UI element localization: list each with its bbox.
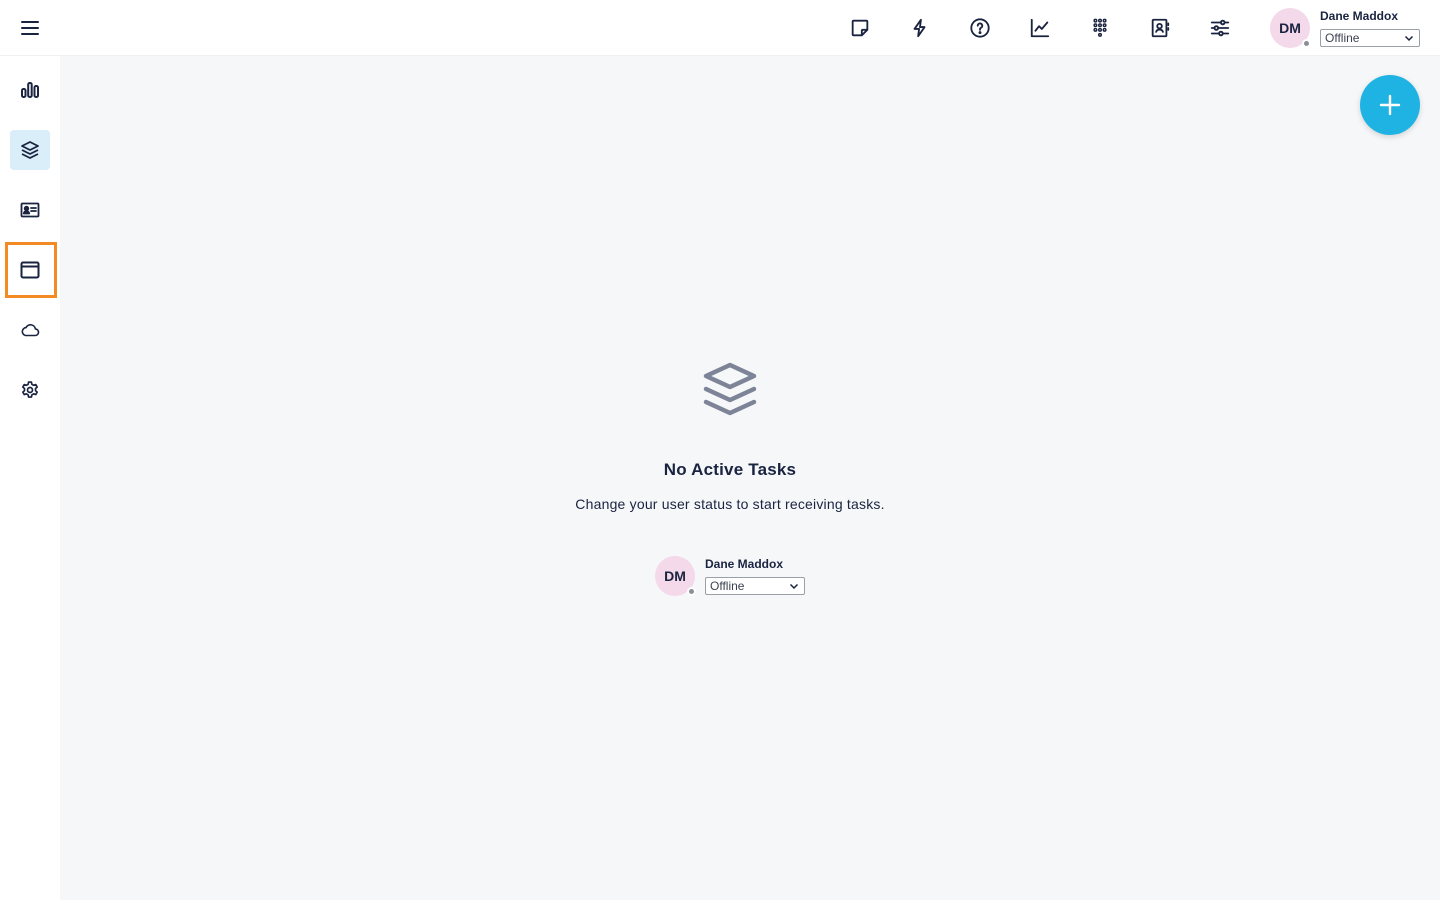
analytics-icon: [1030, 18, 1050, 38]
status-avatar-dot: [687, 587, 696, 596]
help-icon: [970, 18, 990, 38]
status-dot: [1302, 39, 1311, 48]
status-avatar[interactable]: DM: [655, 556, 696, 596]
hamburger-icon: [21, 21, 39, 35]
menu-button[interactable]: [10, 8, 50, 48]
settings-sliders-icon: [1210, 19, 1230, 37]
status-avatar-initials: DM: [664, 568, 686, 584]
status-user-name: Dane Maddox: [705, 557, 784, 571]
main-status-select[interactable]: Offline: [705, 577, 805, 595]
empty-state-title: No Active Tasks: [663, 460, 797, 479]
chevron-down-icon: [789, 583, 799, 590]
sticky-note-button[interactable]: [842, 10, 878, 46]
user-avatar[interactable]: DM: [1270, 8, 1311, 48]
sidebar-item-tasks[interactable]: [10, 130, 50, 170]
contacts-button[interactable]: [1142, 10, 1178, 46]
lightning-icon: [913, 18, 926, 38]
window-icon: [20, 261, 40, 279]
chevron-down-icon: [1404, 35, 1414, 42]
filters-button[interactable]: [1202, 10, 1238, 46]
dialpad-icon: [1093, 18, 1107, 37]
layers-icon: [703, 362, 757, 416]
sidebar: [0, 56, 60, 900]
main-content: No Active Tasks Change your user status …: [60, 56, 1440, 900]
plus-icon: [1379, 94, 1401, 116]
sidebar-item-window[interactable]: [10, 250, 50, 290]
top-bar: DM Dane Maddox Offline: [0, 0, 1440, 56]
sidebar-item-reports[interactable]: [10, 70, 50, 110]
main-status-value: Offline: [710, 579, 745, 593]
status-value: Offline: [1325, 31, 1360, 45]
lightning-button[interactable]: [902, 10, 938, 46]
status-select[interactable]: Offline: [1320, 29, 1420, 47]
user-initials: DM: [1279, 20, 1301, 36]
add-button[interactable]: [1360, 75, 1420, 135]
sidebar-item-settings[interactable]: [10, 370, 50, 410]
reports-icon: [21, 82, 39, 98]
cloud-icon: [21, 324, 40, 337]
contacts-icon: [1151, 18, 1170, 38]
settings-icon: [22, 381, 39, 398]
dialpad-button[interactable]: [1082, 10, 1118, 46]
analytics-button[interactable]: [1022, 10, 1058, 46]
contact-card-icon: [20, 202, 40, 218]
sidebar-item-cloud[interactable]: [10, 310, 50, 350]
tasks-icon: [21, 141, 39, 159]
empty-state-subtitle: Change your user status to start receivi…: [575, 496, 885, 512]
sticky-note-icon: [851, 19, 869, 37]
help-button[interactable]: [962, 10, 998, 46]
user-name: Dane Maddox: [1320, 9, 1399, 23]
sidebar-item-contact-card[interactable]: [10, 190, 50, 230]
